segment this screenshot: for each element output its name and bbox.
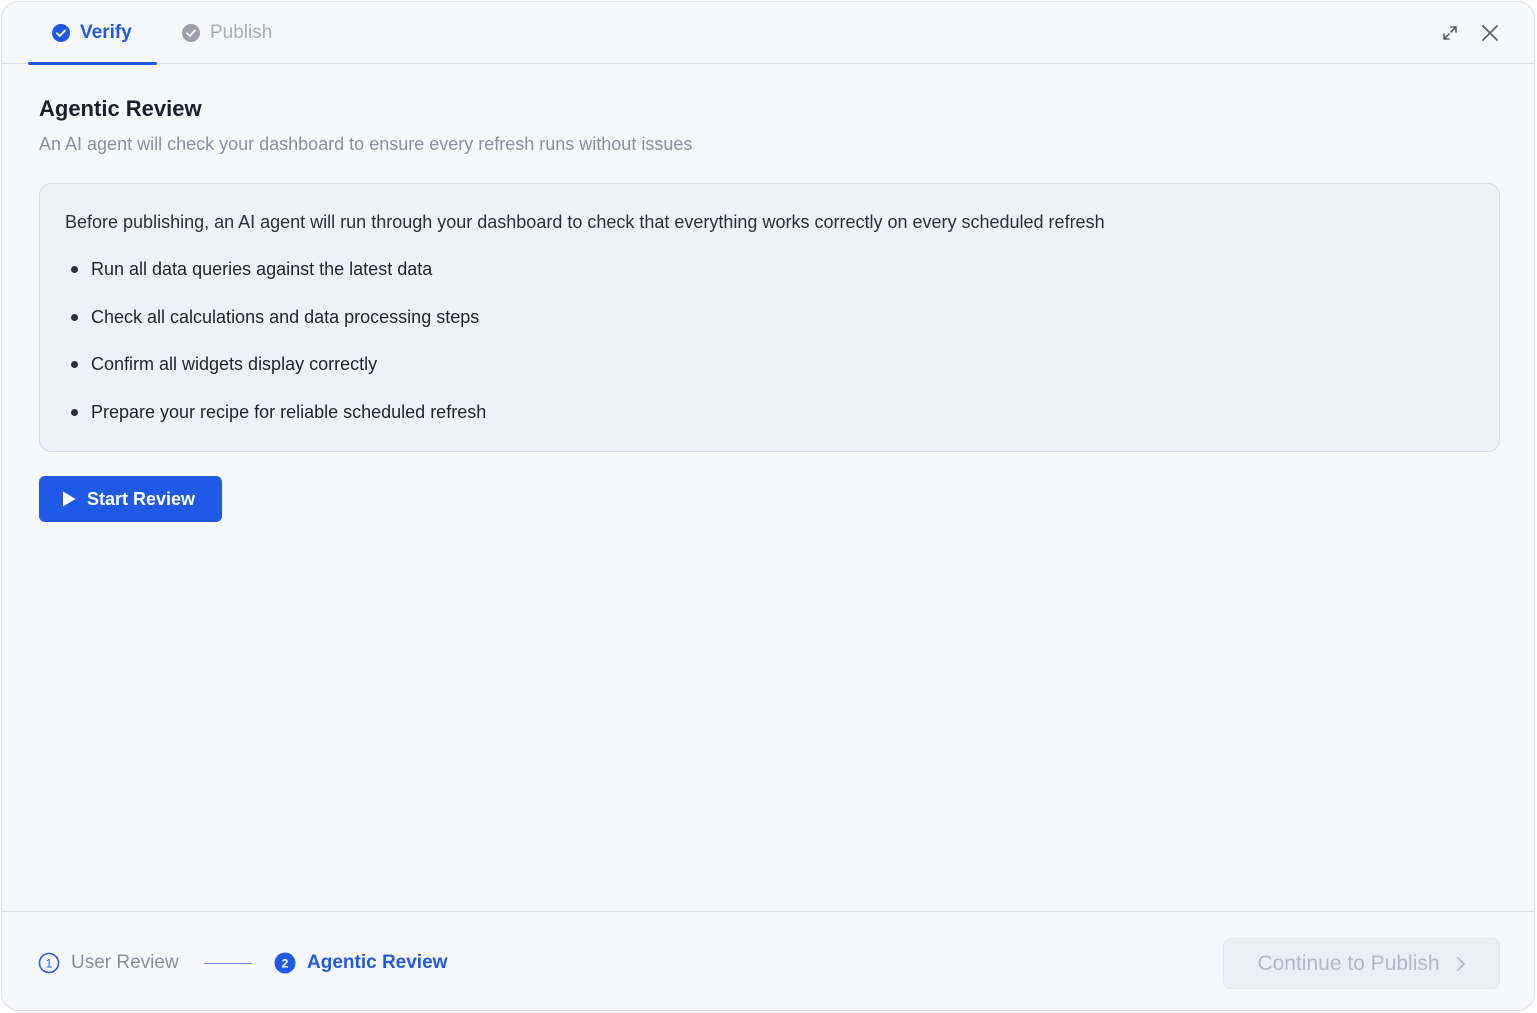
review-steps-list: Run all data queries against the latest … <box>65 258 486 448</box>
tab-verify-label: Verify <box>80 22 132 43</box>
check-circle-icon <box>52 24 70 42</box>
expand-icon <box>1443 26 1457 40</box>
tab-publish-label: Publish <box>210 22 273 43</box>
tab-publish[interactable]: Publish <box>182 2 272 64</box>
page-title: Agentic Review <box>39 96 202 121</box>
info-intro-text: Before publishing, an AI agent will run … <box>65 212 1105 232</box>
step-number: 2 <box>282 957 289 971</box>
step-label: User Review <box>71 952 179 973</box>
step-label: Agentic Review <box>307 952 448 973</box>
chevron-right-icon <box>1456 956 1465 971</box>
list-item: Run all data queries against the latest … <box>65 258 486 306</box>
step-number: 1 <box>46 957 53 971</box>
expand-button[interactable] <box>1437 20 1463 46</box>
list-item: Confirm all widgets display correctly <box>65 353 486 401</box>
continue-to-publish-button[interactable]: Continue to Publish <box>1223 938 1500 989</box>
page-subtitle: An AI agent will check your dashboard to… <box>39 134 693 154</box>
start-review-label: Start Review <box>87 488 196 509</box>
close-button[interactable] <box>1477 20 1503 46</box>
publish-modal: Verify Publish Agentic Review An AI agen… <box>1 1 1535 1011</box>
modal-header: Verify Publish <box>2 2 1534 65</box>
check-circle-icon <box>182 24 200 42</box>
list-item: Check all calculations and data processi… <box>65 306 486 354</box>
stepper-step-agentic-review[interactable]: 2 Agentic Review <box>274 952 447 974</box>
modal-footer: 1 User Review 2 Agentic Review Continue … <box>2 911 1534 1010</box>
step-number-icon: 1 <box>38 952 60 974</box>
start-review-button[interactable]: Start Review <box>39 476 222 522</box>
list-item: Prepare your recipe for reliable schedul… <box>65 401 486 449</box>
stepper-step-user-review[interactable]: 1 User Review <box>38 952 179 974</box>
step-number-icon: 2 <box>274 952 296 974</box>
stepper-connector <box>204 963 252 964</box>
play-icon <box>63 491 76 507</box>
continue-label: Continue to Publish <box>1257 951 1440 975</box>
close-icon <box>1482 25 1498 41</box>
tab-verify[interactable]: Verify <box>28 2 157 65</box>
review-info-panel: Before publishing, an AI agent will run … <box>39 183 1500 452</box>
